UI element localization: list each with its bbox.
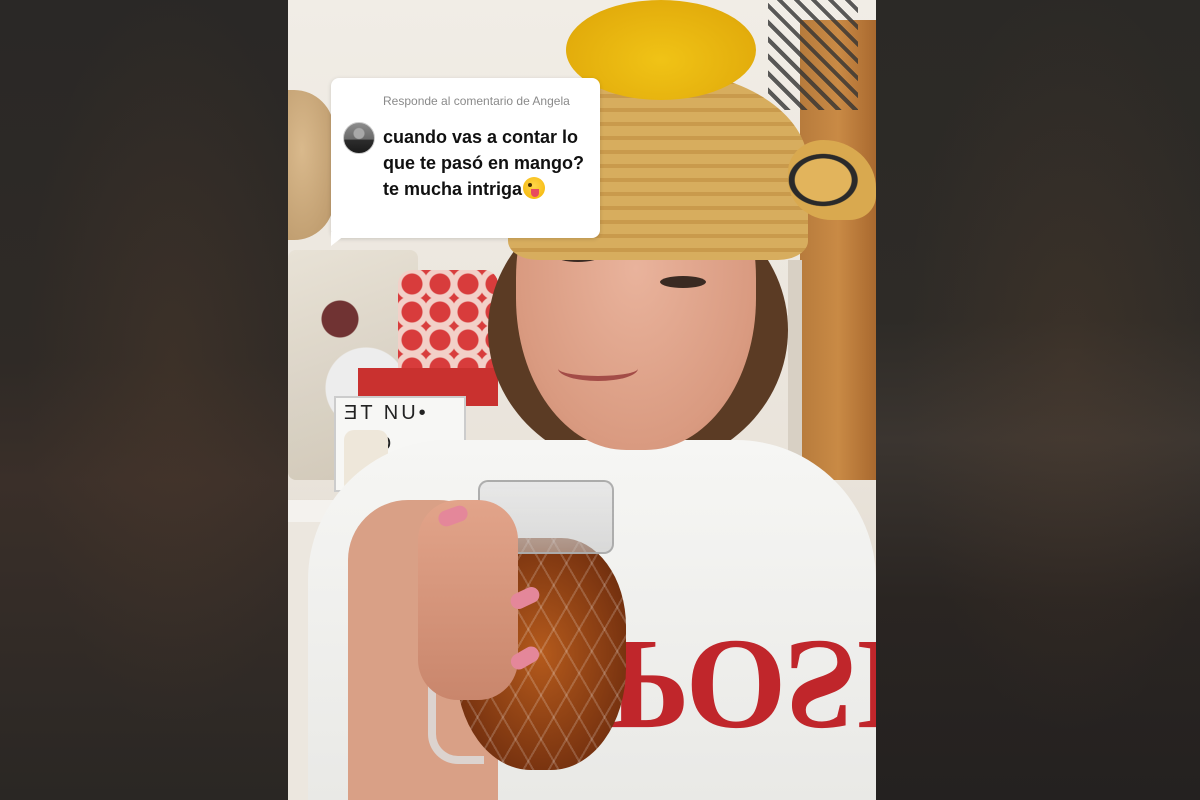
hand — [418, 500, 518, 700]
eye-right — [660, 276, 706, 288]
blurred-background-left — [0, 0, 288, 800]
lightbox-line-1: ƎT NU• — [344, 402, 429, 424]
desk-lamp — [768, 0, 858, 110]
comment-text-content: cuando vas a contar lo que te pasó en ma… — [383, 127, 585, 199]
shirt-print: POSITI — [608, 613, 876, 757]
blurred-background-right — [876, 0, 1200, 800]
straw-hat — [288, 90, 334, 240]
comment-text: cuando vas a contar lo que te pasó en ma… — [383, 124, 593, 202]
smile — [558, 356, 638, 381]
user-avatar[interactable] — [343, 122, 375, 154]
reply-header: Responde al comentario de Angela — [383, 94, 570, 108]
gift-wrap — [398, 270, 498, 380]
bubble-tail — [331, 232, 349, 246]
winking-face-with-tongue-icon — [523, 177, 546, 199]
door-trim — [788, 260, 802, 480]
comment-reply-card[interactable]: Responde al comentario de Angela cuando … — [331, 78, 600, 238]
